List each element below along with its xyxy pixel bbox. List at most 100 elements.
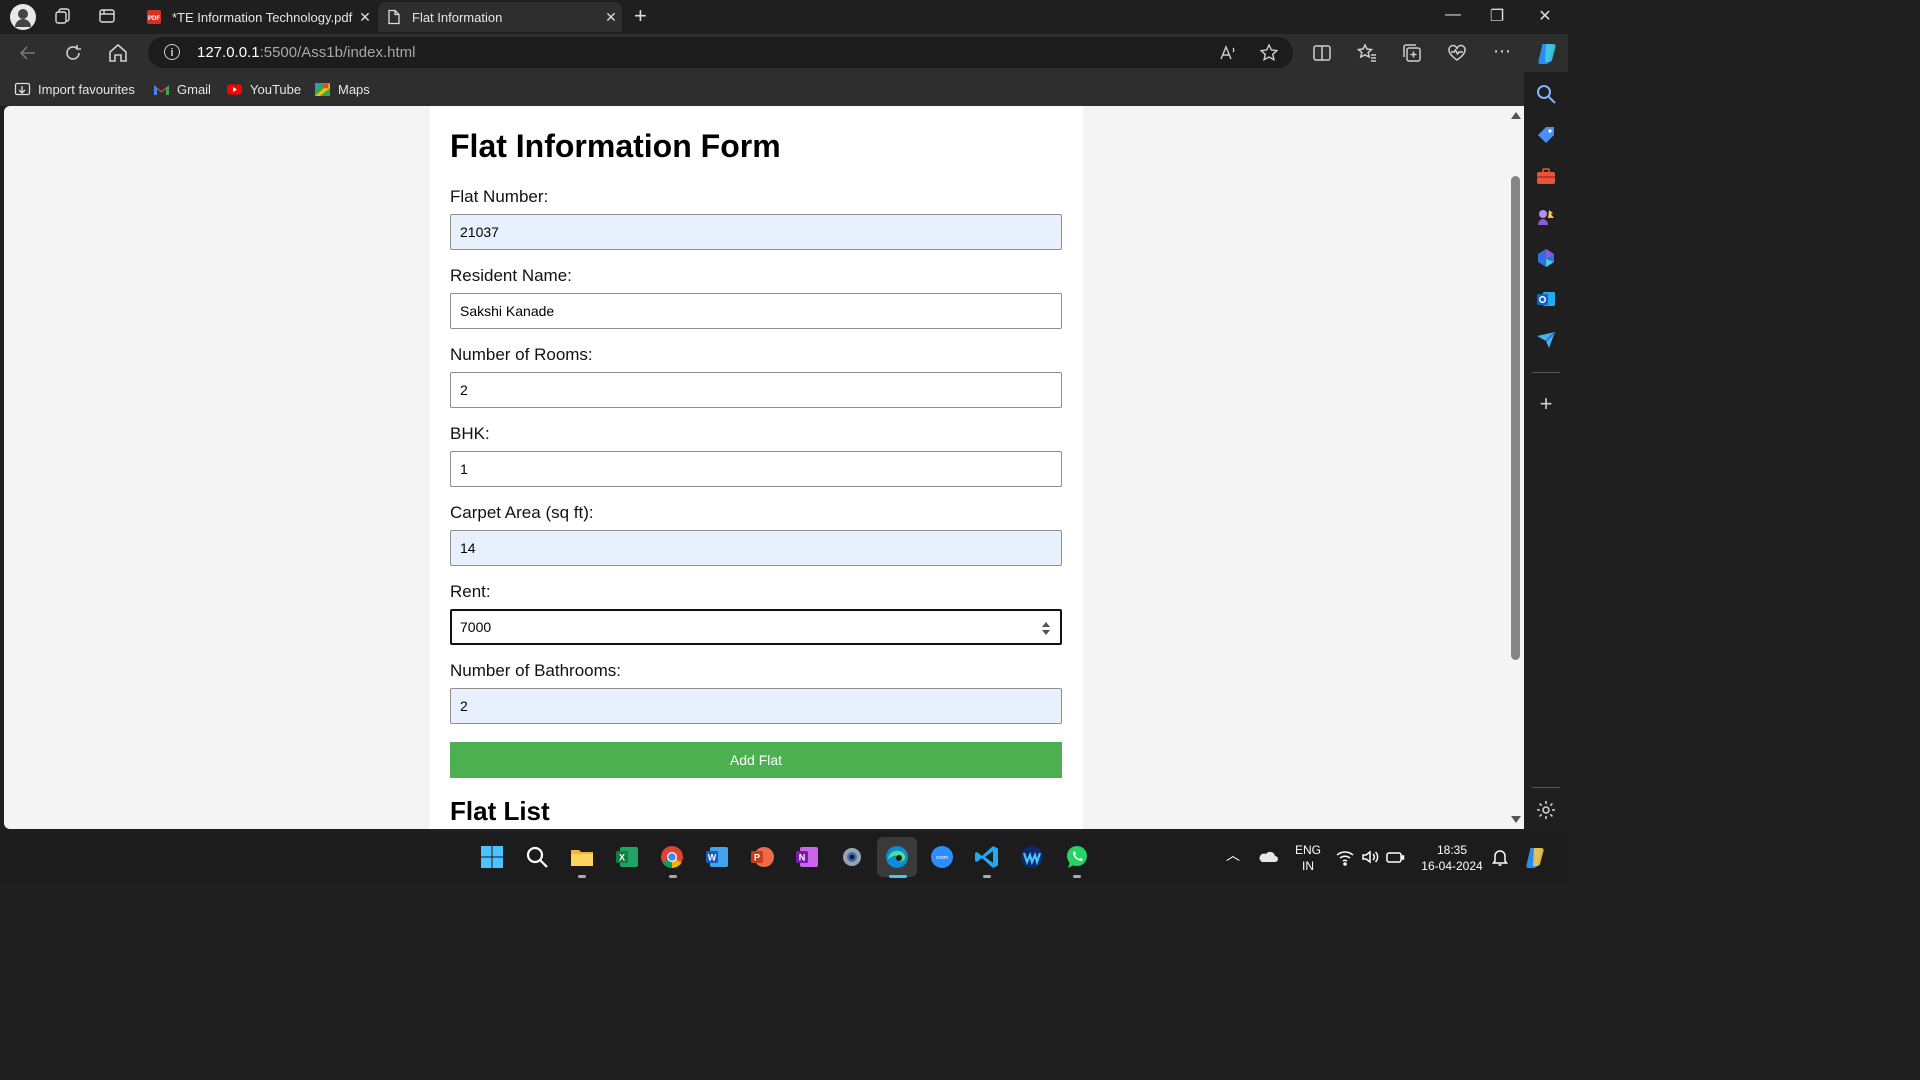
add-sidebar-app-icon[interactable]: + xyxy=(1535,393,1557,415)
more-menu-icon[interactable]: ⋯ xyxy=(1491,41,1513,63)
battery-icon[interactable] xyxy=(1385,847,1405,867)
show-hidden-icons-icon[interactable]: ︿ xyxy=(1226,847,1240,863)
restore-icon[interactable]: ❐ xyxy=(1482,6,1512,26)
number-spinner-icon[interactable] xyxy=(1042,622,1050,636)
active-indicator xyxy=(889,875,907,878)
number-of-bathrooms-label: Number of Bathrooms: xyxy=(450,661,622,680)
back-icon[interactable] xyxy=(17,42,39,64)
scroll-down-icon[interactable] xyxy=(1511,816,1521,823)
tab-flat-information[interactable]: Flat Information ✕ xyxy=(378,2,622,32)
read-aloud-icon[interactable] xyxy=(1218,43,1238,63)
scroll-up-icon[interactable] xyxy=(1511,112,1521,119)
word-icon[interactable]: W xyxy=(704,844,730,870)
webex-icon[interactable] xyxy=(1019,844,1045,870)
url-text[interactable]: 127.0.0.1:5500/Ass1b/index.html xyxy=(197,44,416,61)
tab-actions-icon[interactable] xyxy=(98,7,116,25)
notifications-icon[interactable] xyxy=(1490,847,1510,867)
sidebar-settings-icon[interactable] xyxy=(1535,799,1557,821)
running-indicator xyxy=(578,875,586,878)
microsoft-365-icon[interactable] xyxy=(1535,247,1557,269)
zoom-icon[interactable]: zoom xyxy=(929,844,955,870)
volume-icon[interactable] xyxy=(1360,847,1380,867)
running-indicator xyxy=(983,875,991,878)
scrollbar-thumb[interactable] xyxy=(1511,176,1520,660)
bhk-label: BHK: xyxy=(450,424,490,443)
number-of-bathrooms-input[interactable]: 2 xyxy=(450,688,1062,724)
copilot-taskbar-icon[interactable] xyxy=(1522,844,1548,870)
svg-text:X: X xyxy=(619,853,625,863)
resident-name-input[interactable]: Sakshi Kanade xyxy=(450,293,1062,329)
rent-input[interactable]: 7000 xyxy=(450,609,1062,645)
home-icon[interactable] xyxy=(107,42,129,64)
input-language-indicator[interactable]: ENG IN xyxy=(1289,842,1327,874)
edge-icon[interactable] xyxy=(884,844,910,870)
powerpoint-icon[interactable]: P xyxy=(749,844,775,870)
svg-text:PDF: PDF xyxy=(148,16,160,22)
tab-strip: PDF *TE Information Technology.pdf ✕ Fla… xyxy=(0,0,1568,34)
new-tab-button[interactable]: + xyxy=(634,4,647,28)
favorite-star-icon[interactable] xyxy=(1259,43,1279,63)
games-icon[interactable] xyxy=(1535,206,1557,228)
page-viewport: Flat Information Form Flat Number: 21037… xyxy=(4,106,1508,829)
favorites-icon[interactable] xyxy=(1356,42,1378,64)
close-tab-icon[interactable]: ✕ xyxy=(354,9,376,26)
number-of-rooms-label: Number of Rooms: xyxy=(450,345,593,364)
youtube-icon xyxy=(227,84,242,94)
carpet-area-input[interactable]: 14 xyxy=(450,530,1062,566)
svg-text:N: N xyxy=(799,853,806,863)
number-of-rooms-input[interactable]: 2 xyxy=(450,372,1062,408)
onedrive-icon[interactable] xyxy=(1257,846,1279,868)
tab-pdf[interactable]: PDF *TE Information Technology.pdf ✕ xyxy=(138,2,376,32)
profile-avatar-icon[interactable] xyxy=(10,4,36,30)
wifi-icon[interactable] xyxy=(1335,847,1355,867)
shopping-tag-icon[interactable] xyxy=(1535,124,1557,146)
windows-taskbar: X W P N zoom ︿ ENG IN 18:35 16-04-2024 xyxy=(0,832,1568,882)
page-icon xyxy=(388,9,400,25)
clock[interactable]: 18:35 16-04-2024 xyxy=(1414,842,1490,874)
minimize-icon[interactable]: — xyxy=(1438,6,1468,24)
site-info-icon[interactable]: i xyxy=(164,44,180,60)
chrome-icon[interactable] xyxy=(659,844,685,870)
close-window-icon[interactable]: ✕ xyxy=(1530,6,1560,26)
bookmark-import-favourites[interactable]: Import favourites xyxy=(14,80,135,98)
bookmark-youtube[interactable]: YouTube xyxy=(226,80,301,98)
tab-title: *TE Information Technology.pdf xyxy=(172,9,353,25)
flat-number-input[interactable]: 21037 xyxy=(450,214,1062,250)
settings-icon[interactable] xyxy=(839,844,865,870)
workspaces-icon[interactable] xyxy=(54,7,72,25)
vscode-icon[interactable] xyxy=(974,844,1000,870)
bookmark-maps[interactable]: Maps xyxy=(314,80,370,98)
windows-start-icon[interactable] xyxy=(479,844,505,870)
close-tab-icon[interactable]: ✕ xyxy=(600,9,622,26)
outlook-icon[interactable] xyxy=(1535,288,1557,310)
collections-icon[interactable] xyxy=(1401,42,1423,64)
refresh-icon[interactable] xyxy=(62,42,84,64)
onenote-icon[interactable]: N xyxy=(794,844,820,870)
browser-essentials-icon[interactable] xyxy=(1446,42,1468,64)
page-scrollbar[interactable] xyxy=(1508,106,1524,829)
svg-text:zoom: zoom xyxy=(936,855,948,861)
tab-title: Flat Information xyxy=(412,9,503,25)
copilot-icon[interactable] xyxy=(1534,40,1560,66)
whatsapp-icon[interactable] xyxy=(1064,844,1090,870)
svg-text:W: W xyxy=(708,853,717,863)
svg-text:P: P xyxy=(754,853,760,863)
address-bar[interactable]: i 127.0.0.1:5500/Ass1b/index.html xyxy=(148,37,1293,68)
bookmark-gmail[interactable]: Gmail xyxy=(153,80,211,98)
search-icon[interactable] xyxy=(524,844,550,870)
add-flat-button[interactable]: Add Flat xyxy=(450,742,1062,778)
bhk-input[interactable]: 1 xyxy=(450,451,1062,487)
flat-list-heading: Flat List xyxy=(450,796,550,826)
excel-icon[interactable]: X xyxy=(614,844,640,870)
tools-icon[interactable] xyxy=(1535,165,1557,187)
drop-send-icon[interactable] xyxy=(1535,329,1557,351)
file-explorer-icon[interactable] xyxy=(569,844,595,870)
page-title: Flat Information Form xyxy=(450,128,781,164)
sidebar-divider xyxy=(1532,787,1560,788)
form-container: Flat Information Form Flat Number: 21037… xyxy=(430,106,1083,829)
search-icon[interactable] xyxy=(1535,83,1557,105)
split-screen-icon[interactable] xyxy=(1311,42,1333,64)
maps-icon xyxy=(315,82,330,96)
resident-name-label: Resident Name: xyxy=(450,266,572,285)
running-indicator xyxy=(669,875,677,878)
